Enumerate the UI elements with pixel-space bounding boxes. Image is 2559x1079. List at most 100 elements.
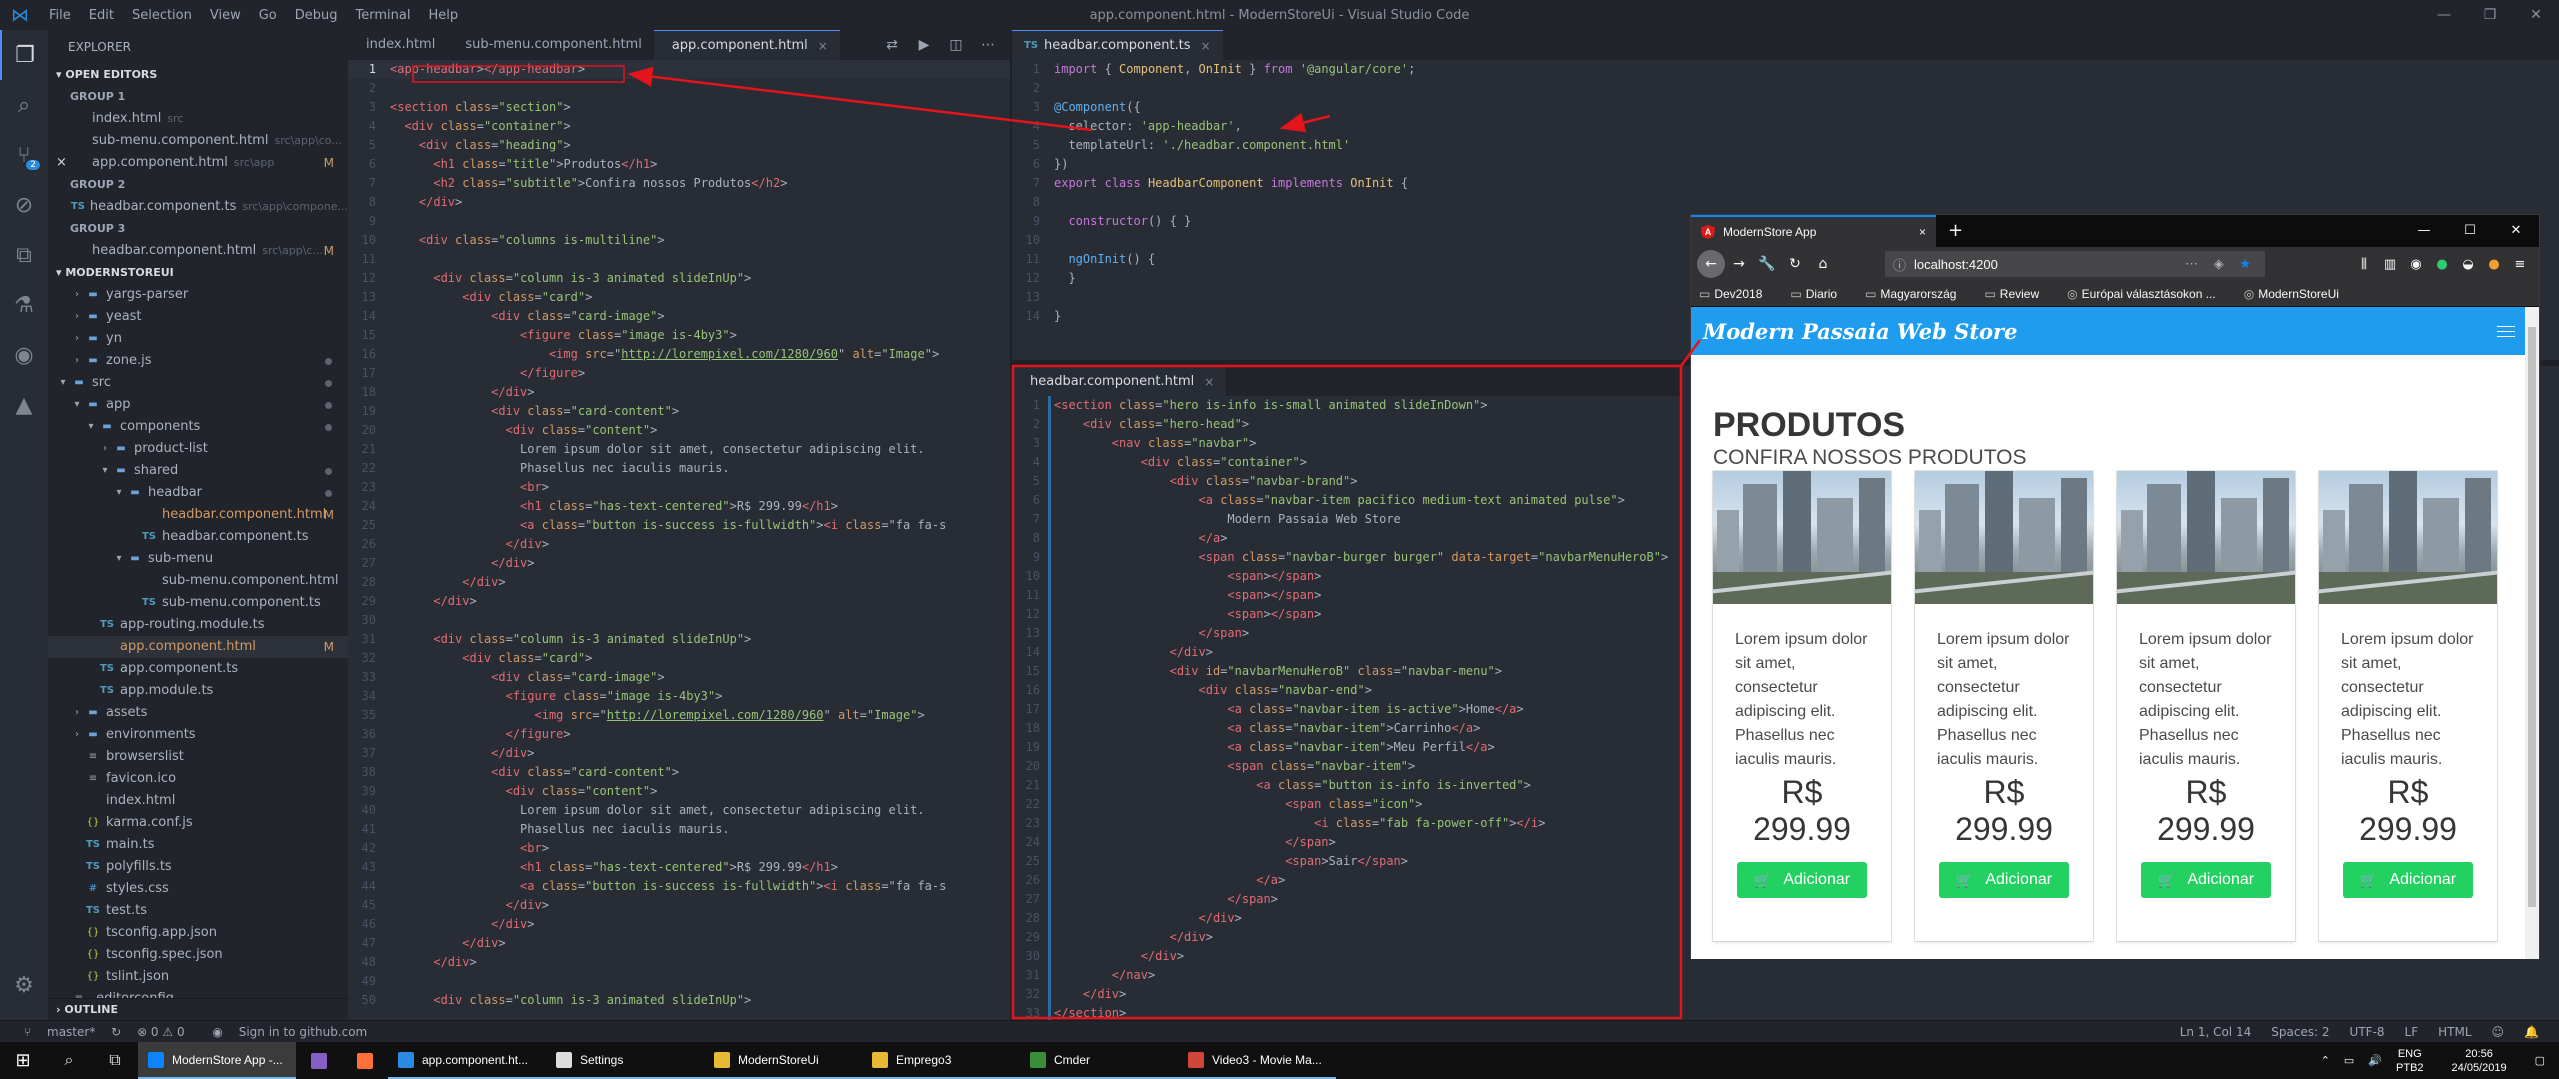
back-icon[interactable]: ← [1697, 250, 1725, 278]
page-actions-icon[interactable]: ⋯ ◈ ★ [2185, 256, 2257, 272]
smiley-icon[interactable]: ☺ [2492, 1025, 2505, 1039]
extension-green-icon[interactable]: ● [2429, 257, 2455, 272]
menu-terminal[interactable]: Terminal [347, 8, 420, 23]
language-mode[interactable]: HTML [2438, 1025, 2471, 1039]
library-icon[interactable]: ⫼ [2351, 257, 2377, 272]
forward-icon[interactable]: → [1725, 250, 1753, 278]
page-scrollbar[interactable] [2525, 307, 2539, 959]
bookmark-item[interactable]: ▭ Magyarország [1865, 287, 1970, 301]
open-editor-item[interactable]: sub-menu.component.html src\app\co... [48, 130, 348, 152]
new-tab-button[interactable]: + [1936, 215, 1975, 247]
tree-file[interactable]: {} tsconfig.app.json [48, 922, 348, 944]
extensions-icon[interactable]: ⧉ [0, 230, 48, 280]
tree-file[interactable]: app.component.html M [48, 636, 348, 658]
tree-file[interactable]: TS main.ts [48, 834, 348, 856]
menu-view[interactable]: View [201, 8, 250, 23]
info-icon[interactable]: ⓘ [1893, 255, 1906, 274]
bookmark-item[interactable]: ◎ Európai választásokon ... [2067, 287, 2230, 301]
project-section[interactable]: ▾ MODERNSTOREUI [48, 262, 348, 284]
tree-folder[interactable]: ▾ ▬ headbar [48, 482, 348, 504]
github-icon[interactable]: ◉ [0, 330, 48, 380]
extension-icon[interactable]: ◒ [2455, 257, 2481, 272]
bookmark-item[interactable]: ▭ Review [1984, 287, 2053, 301]
tree-file[interactable]: # styles.css [48, 878, 348, 900]
hamburger-icon[interactable] [2497, 322, 2515, 341]
compare-icon[interactable]: ⇄ [876, 37, 908, 53]
editor-tab[interactable]: app.component.html × [653, 30, 840, 61]
open-editor-item[interactable]: index.html src [48, 108, 348, 130]
extension-orange-icon[interactable]: ● [2481, 257, 2507, 272]
code-editor-headbar-html[interactable]: 1 <section class="hero is-info is-small a… [1012, 396, 1682, 1020]
taskbar-app[interactable]: app.component.ht... [388, 1042, 546, 1079]
bookmark-item[interactable]: ▭ Diario [1790, 287, 1851, 301]
problems-indicator[interactable]: ⊗ 0 ⚠ 0 [137, 1025, 185, 1039]
tree-file[interactable]: index.html [48, 790, 348, 812]
close-icon[interactable]: ✕ [2493, 215, 2539, 247]
taskbar-app[interactable]: ModernStoreUi [704, 1042, 862, 1079]
star-icon[interactable]: ★ [2239, 256, 2257, 271]
windows-start-icon[interactable]: ⊞ [0, 1042, 46, 1079]
volume-icon[interactable]: 🔊 [2368, 1054, 2382, 1067]
menu-go[interactable]: Go [250, 8, 286, 23]
bookmark-item[interactable]: ◎ ModernStoreUi [2244, 287, 2353, 301]
tree-folder[interactable]: › ▬ yeast [48, 306, 348, 328]
gear-icon[interactable]: ⚙ [0, 960, 48, 1010]
open-editor-item[interactable]: headbar.component.html src\app\c... M [48, 240, 348, 262]
editor-tab[interactable]: headbar.component.html × [1012, 366, 1227, 397]
close-tab-icon[interactable]: × [1204, 367, 1214, 397]
encoding[interactable]: UTF-8 [2350, 1025, 2385, 1039]
github-signin[interactable]: ◉ Sign in to github.com [200, 1025, 367, 1039]
account-icon[interactable]: ◉ [2403, 257, 2429, 272]
minimize-icon[interactable]: — [2421, 0, 2467, 30]
close-tab-icon[interactable]: × [818, 31, 828, 61]
bookmark-item[interactable]: ▭ Dev2018 [1699, 287, 1776, 301]
tree-file[interactable]: ≡ browserslist [48, 746, 348, 768]
tree-file[interactable]: headbar.component.html M [48, 504, 348, 526]
sidebar-icon[interactable]: ▥ [2377, 257, 2403, 272]
code-editor-app-component[interactable]: 1 <app-headbar></app-headbar> 2 3 <section c… [348, 60, 1010, 1020]
close-tab-icon[interactable]: × [1201, 31, 1211, 61]
taskbar-app[interactable] [342, 1042, 388, 1079]
sync-icon[interactable]: ↻ [111, 1025, 121, 1039]
brand-link[interactable]: Modern Passaia Web Store [1703, 319, 2017, 344]
editor-tab[interactable]: index.html [348, 30, 448, 60]
restore-icon[interactable]: ❐ [2467, 0, 2513, 30]
tree-file[interactable]: sub-menu.component.html [48, 570, 348, 592]
browser-tab[interactable]: A ModernStore App × [1691, 215, 1936, 247]
tree-file[interactable]: TS app.component.ts [48, 658, 348, 680]
end-of-line[interactable]: LF [2405, 1025, 2419, 1039]
menu-help[interactable]: Help [419, 8, 467, 23]
cursor-position[interactable]: Ln 1, Col 14 [2180, 1025, 2252, 1039]
tree-folder[interactable]: › ▬ assets [48, 702, 348, 724]
tree-folder[interactable]: ▾ ▬ sub-menu [48, 548, 348, 570]
explorer-icon[interactable]: ❐ [0, 30, 48, 80]
clock[interactable]: 20:56 24/05/2019 [2452, 1047, 2521, 1075]
menu-file[interactable]: File [40, 8, 80, 23]
more-icon[interactable]: ⋯ [972, 37, 1004, 53]
taskbar-app[interactable]: ModernStore App -... [138, 1042, 296, 1079]
tree-file[interactable]: ≡ favicon.ico [48, 768, 348, 790]
test-flask-icon[interactable]: ⚗ [0, 280, 48, 330]
tree-folder[interactable]: ▾ ▬ src [48, 372, 348, 394]
tree-folder[interactable]: ▾ ▬ shared [48, 460, 348, 482]
minimize-icon[interactable]: — [2401, 215, 2447, 247]
tree-folder[interactable]: › ▬ environments [48, 724, 348, 746]
run-icon[interactable]: ▶ [908, 37, 940, 53]
tree-folder[interactable]: ▾ ▬ app [48, 394, 348, 416]
add-to-cart-button[interactable]: 🛒 Adicionar [1737, 862, 1867, 898]
source-control-icon[interactable]: ⑂ 2 [0, 130, 48, 180]
tree-folder[interactable]: › ▬ yn [48, 328, 348, 350]
tree-file[interactable]: TS test.ts [48, 900, 348, 922]
indentation[interactable]: Spaces: 2 [2271, 1025, 2329, 1039]
add-to-cart-button[interactable]: 🛒 Adicionar [2141, 862, 2271, 898]
taskbar-app[interactable]: Cmder [1020, 1042, 1178, 1079]
taskbar-app[interactable]: Emprego3 [862, 1042, 1020, 1079]
close-icon[interactable]: × [56, 152, 67, 174]
taskbar-app[interactable]: Settings [546, 1042, 704, 1079]
git-branch[interactable]: ⑂ master* [12, 1025, 95, 1039]
tree-folder[interactable]: › ▬ yargs-parser [48, 284, 348, 306]
chevron-up-icon[interactable]: ⌃ [2321, 1054, 2330, 1067]
search-icon[interactable]: ⌕ [0, 80, 48, 130]
network-icon[interactable]: ▭ [2344, 1054, 2354, 1067]
reload-icon[interactable]: ↻ [1781, 250, 1809, 278]
